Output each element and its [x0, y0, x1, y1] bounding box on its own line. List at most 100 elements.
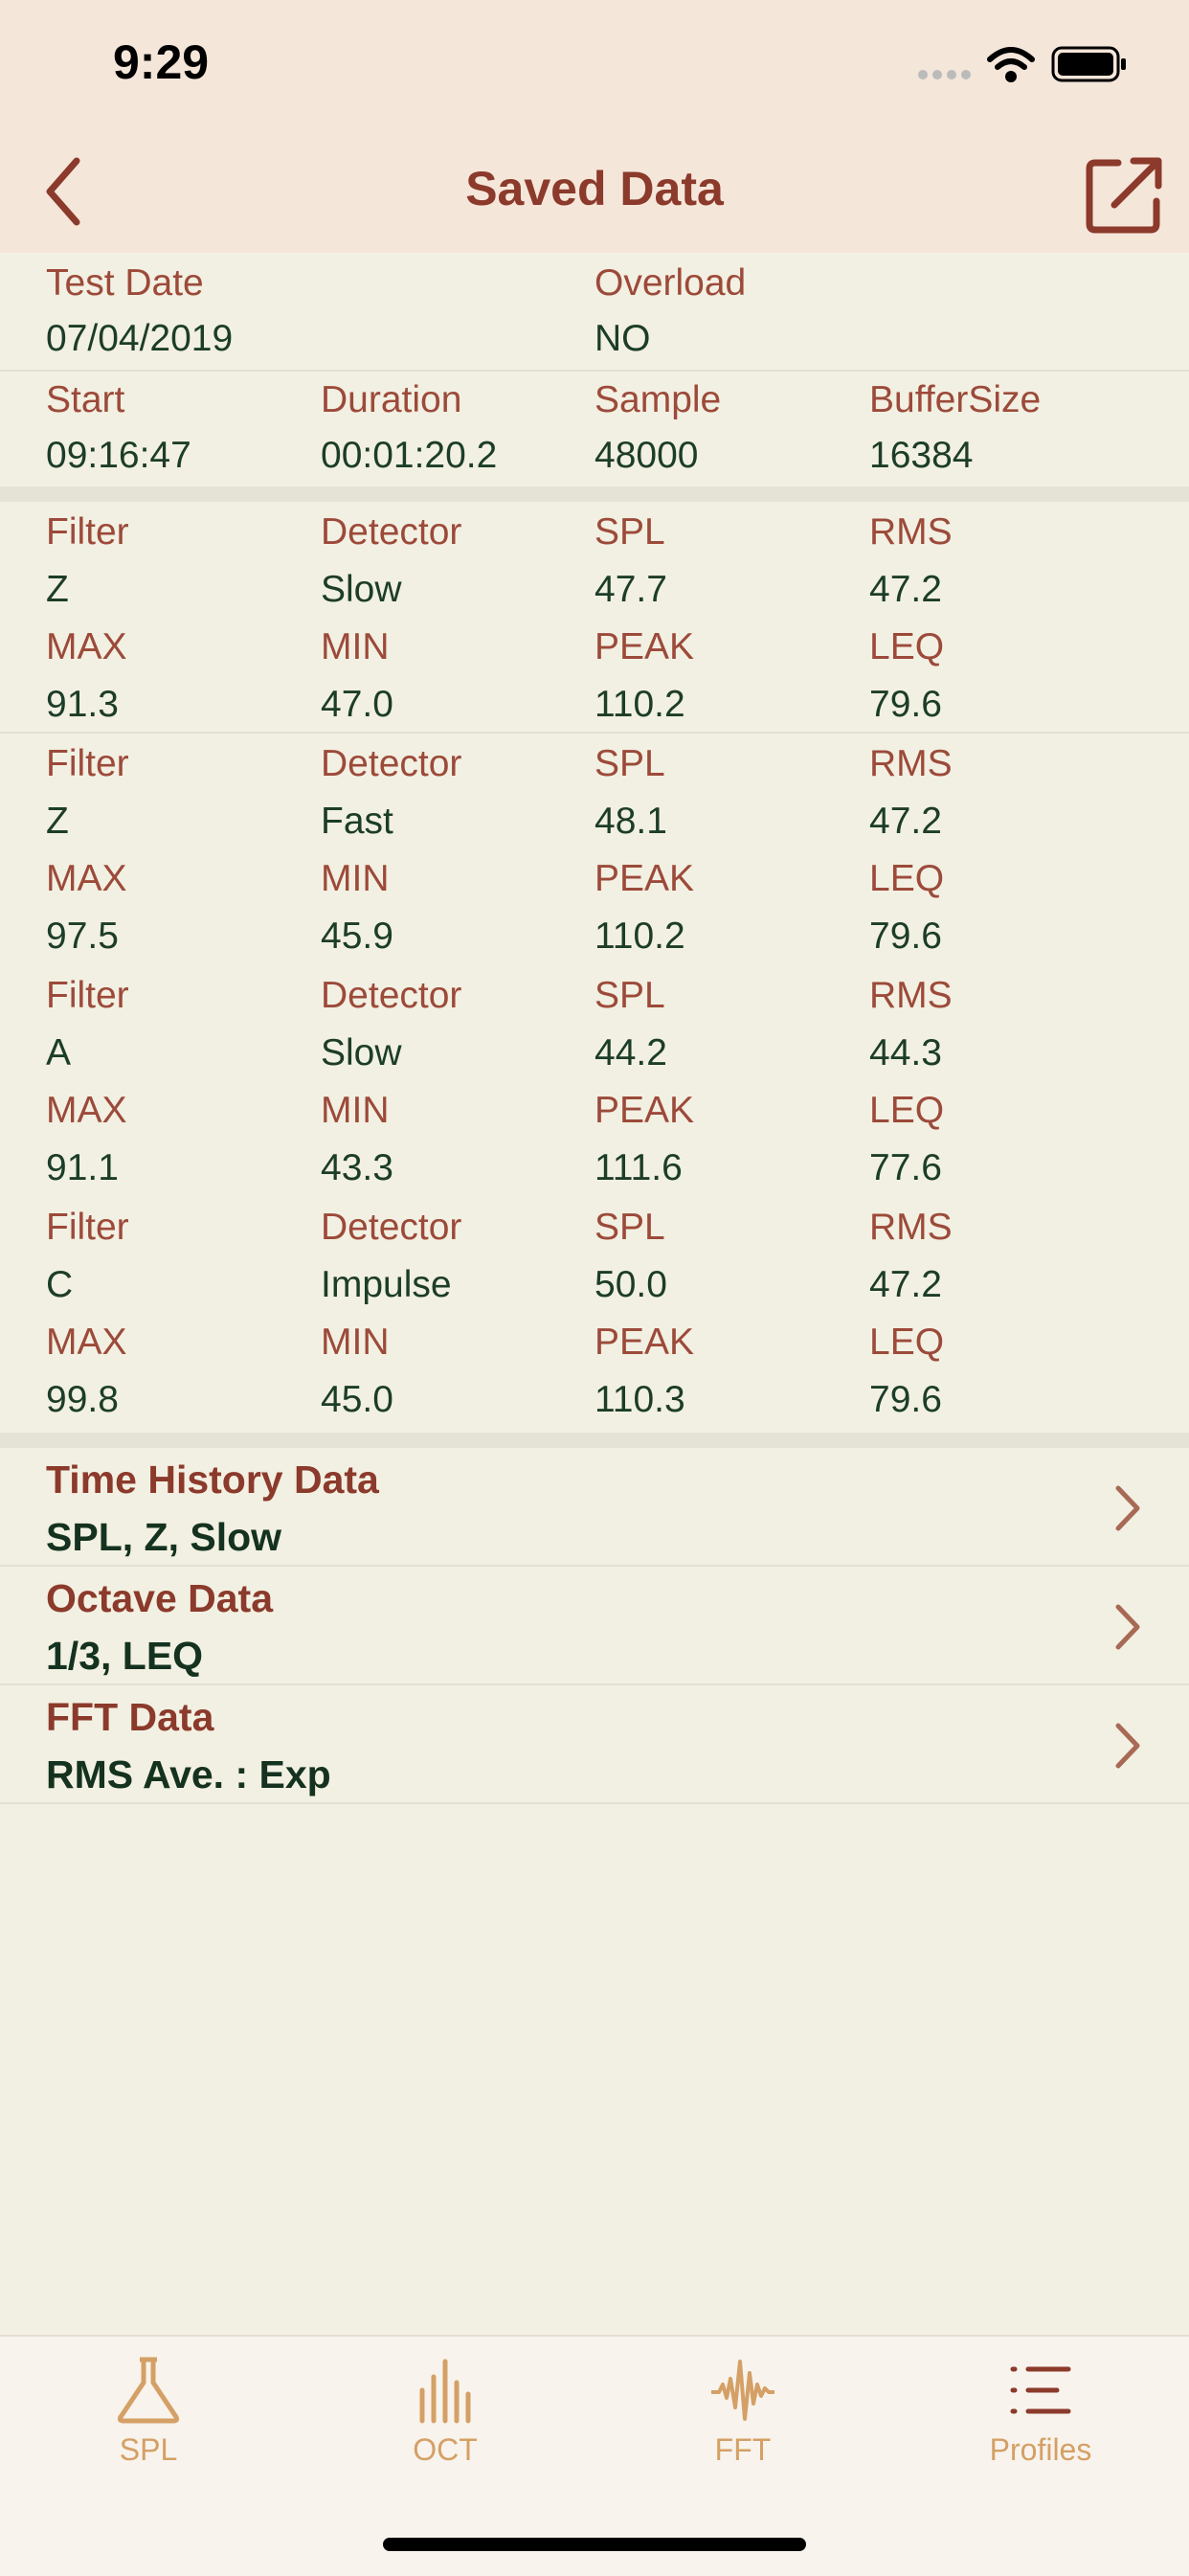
spl-value: 50.0 [594, 1264, 667, 1305]
waveform-icon [711, 2360, 774, 2421]
test-date-label: Test Date [46, 262, 204, 304]
measurement-block-3: Filter Detector SPL RMS A Slow 44.2 44.3… [0, 965, 1189, 1197]
max-value: 91.3 [46, 684, 119, 725]
battery-icon [1051, 46, 1126, 82]
filter-value: A [46, 1032, 72, 1073]
peak-label: PEAK [594, 858, 695, 899]
leq-label: LEQ [869, 1322, 945, 1363]
detector-label: Detector [321, 511, 462, 553]
status-time: 9:29 [113, 35, 210, 89]
rms-value: 47.2 [869, 801, 942, 842]
tab-profiles[interactable]: Profiles [945, 2356, 1136, 2490]
sample-label: Sample [594, 379, 722, 420]
rms-value: 47.2 [869, 1264, 942, 1305]
min-label: MIN [321, 626, 390, 667]
rms-label: RMS [869, 511, 953, 553]
summary-date-row: Test Date 07/04/2019 Overload NO [0, 253, 1189, 370]
detector-value: Fast [321, 801, 393, 842]
leq-label: LEQ [869, 858, 945, 899]
min-value: 47.0 [321, 684, 393, 725]
min-label: MIN [321, 1322, 390, 1363]
rms-label: RMS [869, 743, 953, 784]
link-title: Octave Data [46, 1576, 274, 1620]
max-label: MAX [46, 626, 127, 667]
spl-value: 48.1 [594, 801, 667, 842]
start-value: 09:16:47 [46, 435, 191, 476]
status-bar: 9:29 [0, 0, 1189, 134]
spl-label: SPL [594, 975, 665, 1016]
buffer-size-value: 16384 [869, 435, 974, 476]
spl-value: 47.7 [594, 569, 667, 610]
octave-data-row[interactable]: Octave Data 1/3, LEQ [0, 1567, 1189, 1683]
fft-data-row[interactable]: FFT Data RMS Ave. : Exp [0, 1685, 1189, 1802]
max-value: 97.5 [46, 915, 119, 957]
chevron-right-icon [1115, 1723, 1140, 1769]
nav-bar: Saved Data [0, 134, 1189, 253]
divider [0, 1802, 1189, 1804]
leq-label: LEQ [869, 1090, 945, 1131]
time-history-data-row[interactable]: Time History Data SPL, Z, Slow [0, 1448, 1189, 1565]
max-label: MAX [46, 1090, 127, 1131]
max-value: 99.8 [46, 1379, 119, 1420]
spl-value: 44.2 [594, 1032, 667, 1073]
filter-label: Filter [46, 511, 129, 553]
link-subtitle: RMS Ave. : Exp [46, 1752, 331, 1796]
overload-value: NO [594, 318, 651, 359]
section-divider [0, 486, 1189, 502]
leq-value: 79.6 [869, 915, 942, 957]
peak-value: 111.6 [594, 1147, 683, 1188]
chevron-right-icon [1115, 1604, 1140, 1650]
filter-label: Filter [46, 743, 129, 784]
filter-value: Z [46, 801, 69, 842]
tab-fft[interactable]: FFT [647, 2356, 839, 2490]
link-title: Time History Data [46, 1457, 379, 1502]
min-value: 45.9 [321, 915, 393, 957]
detector-value: Slow [321, 569, 402, 610]
min-label: MIN [321, 1090, 390, 1131]
share-button[interactable] [1082, 151, 1168, 237]
chevron-right-icon [1115, 1485, 1140, 1531]
tab-label: Profiles [989, 2432, 1092, 2467]
measurement-block-2: Filter Detector SPL RMS Z Fast 48.1 47.2… [0, 734, 1189, 965]
tab-label: SPL [119, 2432, 178, 2467]
duration-value: 00:01:20.2 [321, 435, 498, 476]
max-label: MAX [46, 1322, 127, 1363]
buffer-size-label: BufferSize [869, 379, 1042, 420]
peak-label: PEAK [594, 626, 695, 667]
filter-label: Filter [46, 1207, 129, 1248]
max-label: MAX [46, 858, 127, 899]
tab-label: OCT [413, 2432, 478, 2467]
home-indicator[interactable] [383, 2538, 806, 2551]
filter-value: C [46, 1264, 74, 1305]
peak-value: 110.3 [594, 1379, 685, 1420]
link-subtitle: 1/3, LEQ [46, 1634, 204, 1678]
rms-label: RMS [869, 1207, 953, 1248]
signal-icon [918, 70, 971, 79]
leq-label: LEQ [869, 626, 945, 667]
spl-label: SPL [594, 743, 665, 784]
section-divider [0, 1433, 1189, 1448]
max-value: 91.1 [46, 1147, 119, 1188]
tab-oct[interactable]: OCT [349, 2356, 541, 2490]
tab-label: FFT [714, 2432, 772, 2467]
detector-label: Detector [321, 1207, 462, 1248]
min-label: MIN [321, 858, 390, 899]
test-date-value: 07/04/2019 [46, 318, 234, 359]
tab-spl[interactable]: SPL [53, 2356, 244, 2490]
measurement-block-4: Filter Detector SPL RMS C Impulse 50.0 4… [0, 1197, 1189, 1429]
detector-value: Impulse [321, 1264, 452, 1305]
peak-value: 110.2 [594, 684, 685, 725]
peak-value: 110.2 [594, 915, 685, 957]
detector-label: Detector [321, 743, 462, 784]
wifi-icon [987, 47, 1035, 82]
list-icon [1010, 2366, 1071, 2414]
rms-value: 47.2 [869, 569, 942, 610]
rms-value: 44.3 [869, 1032, 942, 1073]
spl-label: SPL [594, 511, 665, 553]
peak-label: PEAK [594, 1090, 695, 1131]
leq-value: 77.6 [869, 1147, 942, 1188]
flask-icon [117, 2357, 180, 2424]
min-value: 45.0 [321, 1379, 393, 1420]
link-subtitle: SPL, Z, Slow [46, 1515, 282, 1559]
filter-value: Z [46, 569, 69, 610]
